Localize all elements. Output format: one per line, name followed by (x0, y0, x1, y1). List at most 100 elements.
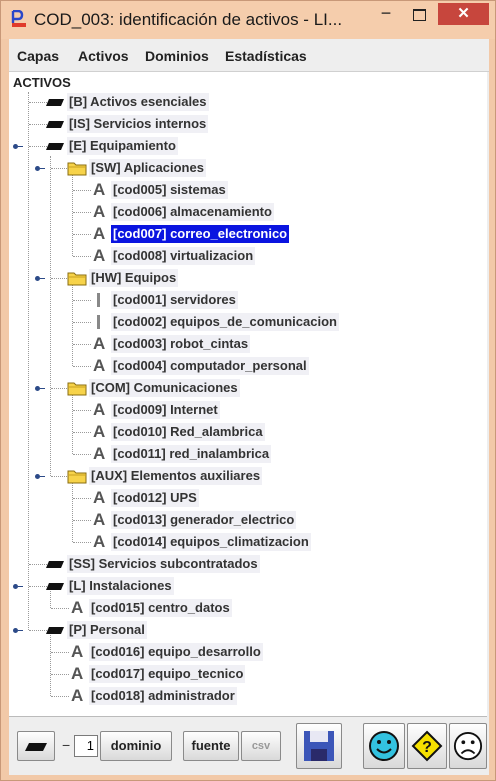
tree-node[interactable]: A [cod005] sistemas (9, 180, 479, 200)
dominio-button[interactable]: dominio (100, 731, 172, 761)
tree-node-label[interactable]: [HW] Equipos (89, 269, 179, 287)
tree-node-label[interactable]: [cod006] almacenamiento (111, 203, 274, 221)
tree-node-label[interactable]: [SW] Aplicaciones (89, 159, 206, 177)
tree-node-label-selected[interactable]: [cod007] correo_electronico (111, 225, 290, 243)
close-button[interactable]: ✕ (438, 3, 489, 25)
tree-node[interactable]: A [cod018] administrador (9, 686, 479, 706)
level-input[interactable]: 1 (74, 735, 98, 757)
tree-node[interactable]: [cod001] servidores (9, 290, 479, 310)
tree-node[interactable]: A [cod003] robot_cintas (9, 334, 479, 354)
warning-button[interactable]: ? (407, 723, 447, 769)
menu-dominios[interactable]: Dominios (145, 48, 209, 64)
tree-node[interactable]: A [cod012] UPS (9, 488, 479, 508)
tree-node[interactable]: [B] Activos esenciales (9, 92, 479, 112)
asset-a-icon: A (93, 224, 106, 243)
tree-node[interactable]: A [cod007] correo_electronico (9, 224, 479, 244)
minimize-button[interactable]: − (373, 4, 399, 25)
tree-node-label[interactable]: [cod005] sistemas (111, 181, 228, 199)
tree-connector-line (73, 520, 91, 522)
tree-node-label[interactable]: [cod014] equipos_climatizacion (111, 533, 311, 551)
tree-node-label[interactable]: [cod018] administrador (89, 687, 237, 705)
tree-root-label: ACTIVOS (13, 75, 71, 90)
title-bar[interactable]: COD_003: identificación de activos - LI.… (1, 1, 495, 39)
tree-node-label[interactable]: [cod003] robot_cintas (111, 335, 251, 353)
tree-node[interactable]: [P] Personal (9, 620, 479, 640)
asset-a-icon: A (93, 180, 106, 199)
fuente-button[interactable]: fuente (183, 731, 239, 761)
tree-node-label[interactable]: [cod010] Red_alambrica (111, 423, 265, 441)
tree-node[interactable]: A [cod013] generador_electrico (9, 510, 479, 530)
expand-toggle-icon[interactable] (35, 274, 45, 282)
tree-node[interactable]: A [cod014] equipos_climatizacion (9, 532, 479, 552)
tree-node-label[interactable]: [cod008] virtualizacion (111, 247, 256, 265)
floppy-disk-icon (304, 731, 334, 761)
tree-node-label[interactable]: [L] Instalaciones (67, 577, 174, 595)
expand-toggle-icon[interactable] (13, 582, 23, 590)
tree-node-label[interactable]: [COM] Comunicaciones (89, 379, 240, 397)
tree-node[interactable]: A [cod009] Internet (9, 400, 479, 420)
expand-toggle-icon[interactable] (35, 472, 45, 480)
happy-face-button[interactable] (363, 723, 405, 769)
layer-icon (46, 583, 64, 590)
asset-a-icon: A (93, 246, 106, 265)
tree-node[interactable]: A [cod015] centro_datos (9, 598, 479, 618)
expand-toggle-icon[interactable] (13, 142, 23, 150)
tree-node[interactable]: A [cod016] equipo_desarrollo (9, 642, 479, 662)
tree-node[interactable]: [L] Instalaciones (9, 576, 479, 596)
tree-node[interactable]: [COM] Comunicaciones (9, 378, 479, 398)
tree-node-label[interactable]: [SS] Servicios subcontratados (67, 555, 260, 573)
tree-node[interactable]: [HW] Equipos (9, 268, 479, 288)
asset-a-icon: A (93, 334, 106, 353)
tree-node-label[interactable]: [cod001] servidores (111, 291, 238, 309)
menu-capas[interactable]: Capas (17, 48, 59, 64)
asset-a-icon: A (93, 532, 106, 551)
tree-node[interactable]: A [cod004] computador_personal (9, 356, 479, 376)
tree-node[interactable]: A [cod010] Red_alambrica (9, 422, 479, 442)
tree-node-label[interactable]: [cod009] Internet (111, 401, 220, 419)
tree-node-label[interactable]: [cod016] equipo_desarrollo (89, 643, 263, 661)
tree-node-label[interactable]: [cod012] UPS (111, 489, 199, 507)
menu-estadisticas[interactable]: Estadísticas (225, 48, 307, 64)
tree-connector-line (73, 212, 91, 214)
tree-node-label[interactable]: [cod002] equipos_de_comunicacion (111, 313, 339, 331)
tree-node[interactable]: [AUX] Elementos auxiliares (9, 466, 479, 486)
asset-tree[interactable]: ACTIVOS [B] Activos esenciales [IS] Servi… (9, 72, 487, 717)
svg-text:?: ? (422, 739, 432, 756)
asset-a-icon: A (93, 202, 106, 221)
tree-node-label[interactable]: [cod011] red_inalambrica (111, 445, 272, 463)
tree-node-label[interactable]: [P] Personal (67, 621, 147, 639)
tree-node-label[interactable]: [cod017] equipo_tecnico (89, 665, 246, 683)
tree-node[interactable]: [IS] Servicios internos (9, 114, 479, 134)
asset-a-icon: A (93, 444, 106, 463)
sad-face-icon (453, 731, 483, 761)
maximize-button[interactable] (406, 5, 432, 25)
tree-node-label[interactable]: [cod004] computador_personal (111, 357, 309, 375)
tree-node-label[interactable]: [B] Activos esenciales (67, 93, 209, 111)
tree-node[interactable]: A [cod017] equipo_tecnico (9, 664, 479, 684)
tree-node[interactable]: A [cod011] red_inalambrica (9, 444, 479, 464)
tree-node[interactable]: [E] Equipamiento (9, 136, 479, 156)
layer-button[interactable] (17, 731, 55, 761)
layer-icon (46, 121, 64, 128)
tree-node[interactable]: A [cod008] virtualizacion (9, 246, 479, 266)
window-content: Capas Activos Dominios Estadísticas ACTI… (9, 39, 489, 775)
tree-node-label[interactable]: [cod015] centro_datos (89, 599, 232, 617)
tree-node[interactable]: [SW] Aplicaciones (9, 158, 479, 178)
tree-node-label[interactable]: [E] Equipamiento (67, 137, 178, 155)
expand-toggle-icon[interactable] (35, 164, 45, 172)
csv-button[interactable]: csv (241, 731, 281, 761)
expand-toggle-icon[interactable] (35, 384, 45, 392)
sad-face-button[interactable] (449, 723, 487, 769)
tree-node[interactable]: [cod002] equipos_de_comunicacion (9, 312, 479, 332)
tree-node-label[interactable]: [AUX] Elementos auxiliares (89, 467, 263, 485)
save-button[interactable] (296, 723, 342, 769)
layer-icon (46, 143, 64, 150)
asset-a-icon: A (71, 686, 84, 705)
tree-node[interactable]: A [cod006] almacenamiento (9, 202, 479, 222)
tree-node[interactable]: [SS] Servicios subcontratados (9, 554, 479, 574)
layer-icon (46, 627, 64, 634)
tree-node-label[interactable]: [cod013] generador_electrico (111, 511, 297, 529)
expand-toggle-icon[interactable] (13, 626, 23, 634)
tree-node-label[interactable]: [IS] Servicios internos (67, 115, 209, 133)
menu-activos[interactable]: Activos (78, 48, 129, 64)
